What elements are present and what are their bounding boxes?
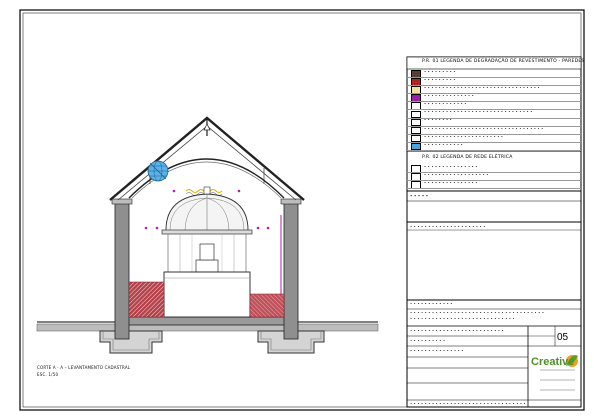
right-cornice — [280, 198, 302, 205]
tb-row-6: • • • • • • • • • • • • • • • — [410, 349, 464, 353]
legend-title-2: P.R. 02 LEGENDA DE REDE ELÉTRICA — [422, 155, 513, 160]
left-wall — [114, 202, 130, 340]
tb-row-5: • • • • • • • • • • — [410, 339, 446, 343]
legend-row-divider — [407, 188, 581, 190]
tb-row-1: • • • • • • • • • • • • — [410, 302, 453, 306]
tb-date-row: • • • • • • • • • • • • • • • • • • • • … — [410, 402, 526, 406]
legend-item-text: • • • • • • • • • • • • • • • — [424, 181, 478, 185]
floor-slab — [119, 316, 297, 326]
tb-row-4: • • • • • • • • • • • • • • • • • • • • … — [410, 329, 504, 333]
legend-item-text: • • • • • • • • — [424, 118, 452, 123]
tb-row-2: • • • • • • • • • • • • • • • • • • • • … — [410, 311, 545, 315]
notes-panel — [406, 221, 582, 301]
legend-item-text: • • • • • • • • • • • • • • • • • • • • … — [424, 126, 544, 131]
tb-project-line: • • • • • • • • • • • • • • • • • • • • … — [410, 225, 486, 229]
legend-item-text: • • • • • • • • • • • • • • • — [424, 164, 478, 169]
legend-item-text: • • • • • • • • • • • • • • • • • • • • … — [424, 110, 533, 115]
legend-title: P.R. 01 LEGENDA DE DEGRADAÇÃO DE REVESTI… — [422, 59, 585, 64]
drawing-scale: ESC. 1/50 — [37, 372, 59, 377]
light-fixture-globe — [147, 160, 169, 182]
notes-label: • • • • • — [410, 194, 429, 198]
moisture-damage-left — [128, 281, 165, 318]
legend-item-text: • • • • • • • • • — [424, 77, 456, 82]
legend-item-text: • • • • • • • • • • • • — [424, 102, 467, 107]
tb-row-3: • • • • • • • • • • • • • • • • • • • • … — [410, 317, 515, 321]
legend-item-text: • • • • • • • • • • • • • • • • • • • • … — [424, 134, 504, 139]
sheet-number: 05 — [557, 332, 569, 343]
drawing-caption: CORTE A · A – LEVANTAMENTO CADASTRAL — [37, 365, 131, 370]
left-cornice — [111, 198, 133, 205]
legend-row-divider — [407, 149, 581, 151]
legend-item-text: • • • • • • • • • • • — [424, 142, 463, 147]
drawing-sheet: P.R. 01 LEGENDA DE DEGRADAÇÃO DE REVESTI… — [0, 0, 594, 420]
legend-item-text: • • • • • • • • • • • • • • • • • • — [424, 172, 489, 177]
legend-item-text: • • • • • • • • • — [424, 69, 456, 74]
company-logo: Creative — [531, 356, 575, 368]
moisture-damage-right — [249, 293, 285, 318]
foundation-left — [99, 330, 163, 354]
altar — [163, 243, 251, 318]
right-wall — [283, 202, 299, 340]
legend-item-text: • • • • • • • • • • • • • • — [424, 94, 474, 99]
legend-item-text: • • • • • • • • • • • • • • • • • • • • … — [424, 86, 540, 90]
